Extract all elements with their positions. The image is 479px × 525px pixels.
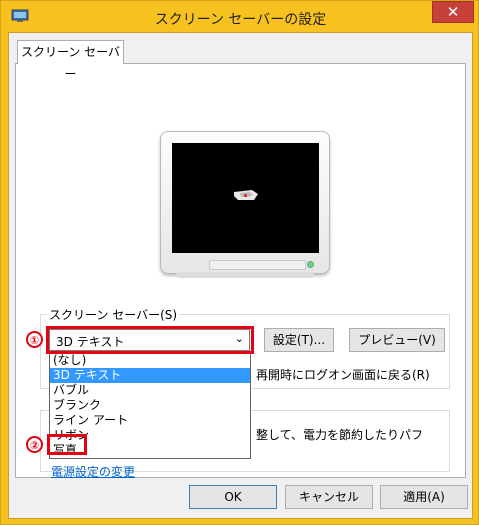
cancel-button[interactable]: キャンセル — [285, 485, 373, 509]
power-settings-link[interactable]: 電源設定の変更 — [51, 463, 135, 480]
monitor-stand — [176, 272, 314, 278]
preview-screen — [172, 143, 319, 253]
resume-logon-label[interactable]: 再開時にログオン画面に戻る(R) — [256, 366, 430, 383]
power-led-icon — [307, 261, 314, 268]
preview-button[interactable]: プレビュー(V) — [349, 328, 445, 352]
title-bar[interactable]: スクリーン セーバーの設定 ✕ — [1, 1, 479, 33]
dropdown-option-none[interactable]: (なし) — [50, 353, 250, 368]
window-title: スクリーン セーバーの設定 — [154, 12, 327, 28]
highlight-box-select — [46, 326, 254, 354]
settings-button[interactable]: 設定(T)... — [264, 328, 334, 352]
dropdown-option-bubbles[interactable]: バブル — [50, 383, 250, 398]
ok-button[interactable]: OK — [189, 485, 277, 509]
tab-panel: スクリーン セーバー(S) 3D テキスト ⌄ 設定(T)... プレビュー(V… — [15, 63, 466, 480]
annotation-marker-1: ① — [26, 331, 43, 348]
monitor-preview — [160, 131, 330, 274]
highlight-box-photos — [47, 434, 87, 455]
dialog-client-area: スクリーン セーバー スクリーン セーバー(S) 3D テキスト ⌄ 設定(T)… — [8, 32, 473, 519]
monitor-slot — [209, 260, 306, 270]
screensaver-group-label: スクリーン セーバー(S) — [47, 306, 180, 323]
tab-screensaver[interactable]: スクリーン セーバー — [17, 40, 124, 81]
close-button[interactable]: ✕ — [432, 1, 474, 23]
3d-text-glyph-icon — [234, 190, 258, 200]
annotation-marker-2: ② — [26, 436, 43, 453]
power-description: 整して、電力を節約したりパフ — [256, 428, 424, 442]
screensaver-settings-window: スクリーン セーバーの設定 ✕ スクリーン セーバー スクリーン セーバー(S) — [0, 0, 479, 525]
dropdown-option-3d-text[interactable]: 3D テキスト — [50, 368, 250, 383]
dropdown-option-line-art[interactable]: ライン アート — [50, 413, 250, 428]
apply-button[interactable]: 適用(A) — [380, 485, 468, 509]
dropdown-option-blank[interactable]: ブランク — [50, 398, 250, 413]
